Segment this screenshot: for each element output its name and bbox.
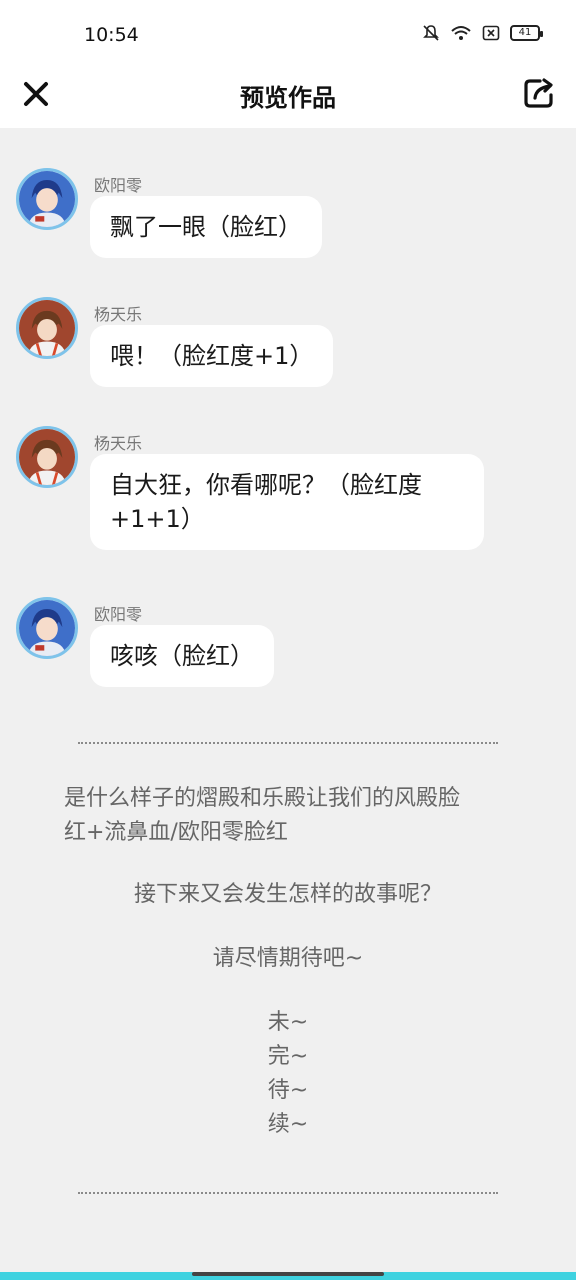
dotted-divider	[78, 742, 498, 744]
home-indicator[interactable]	[192, 1272, 384, 1276]
ending-char: 续~	[267, 1112, 309, 1137]
narration-line: 请尽情期待吧~	[212, 946, 364, 971]
avatar[interactable]	[16, 168, 78, 230]
share-icon	[522, 78, 556, 114]
message-bubble: 飘了一眼（脸红）	[90, 196, 322, 258]
avatar[interactable]	[16, 597, 78, 659]
status-bar: 10:54 41	[0, 0, 576, 64]
status-time: 10:54	[84, 24, 139, 46]
wifi-icon	[450, 24, 472, 42]
message-bubble: 自大狂，你看哪呢？（脸红度 +1+1）	[90, 454, 484, 550]
app-header: 预览作品	[0, 64, 576, 128]
narration-line: 红+流鼻血/欧阳零脸红	[64, 820, 288, 845]
avatar[interactable]	[16, 297, 78, 359]
message-bubble: 喂！（脸红度+1）	[90, 325, 334, 387]
message-line: 自大狂，你看哪呢？（脸红度	[110, 471, 422, 499]
story-content: 欧阳零 飘了一眼（脸红） 杨天乐 喂！（脸红度+1） 杨天乐 自大狂，你看哪呢？…	[0, 128, 576, 1272]
ending-char: 完~	[267, 1044, 309, 1069]
battery-icon: 41	[510, 25, 543, 41]
sender-name: 欧阳零	[94, 605, 143, 624]
share-button[interactable]	[522, 76, 556, 110]
message-line: +1+1）	[110, 505, 205, 533]
ending-char: 待~	[267, 1078, 309, 1103]
chat-message: 欧阳零 飘了一眼（脸红）	[16, 168, 556, 268]
ending-text: 未~ 完~ 待~ 续~	[64, 1006, 512, 1142]
message-bubble: 咳咳（脸红）	[90, 625, 274, 687]
mute-bell-icon	[422, 24, 440, 42]
status-icons: 41	[422, 24, 543, 42]
chat-message: 欧阳零 咳咳（脸红）	[16, 597, 556, 697]
ending-char: 未~	[267, 1010, 309, 1035]
narration-line: 是什么样子的熠殿和乐殿让我们的风殿脸	[64, 786, 461, 811]
page-title: 预览作品	[240, 84, 336, 112]
avatar[interactable]	[16, 426, 78, 488]
chat-message: 杨天乐 自大狂，你看哪呢？（脸红度 +1+1）	[16, 426, 556, 566]
chat-message: 杨天乐 喂！（脸红度+1）	[16, 297, 556, 397]
sender-name: 杨天乐	[94, 434, 143, 453]
sim-x-icon	[482, 24, 500, 42]
sender-name: 杨天乐	[94, 305, 143, 324]
narration-line: 接下来又会发生怎样的故事呢？	[133, 882, 442, 907]
narration-paragraph: 是什么样子的熠殿和乐殿让我们的风殿脸 红+流鼻血/欧阳零脸红	[64, 782, 512, 850]
sender-name: 欧阳零	[94, 176, 143, 195]
dotted-divider	[78, 1192, 498, 1194]
